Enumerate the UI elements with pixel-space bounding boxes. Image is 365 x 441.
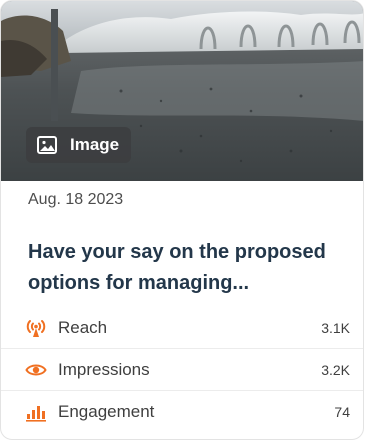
- post-image[interactable]: Image: [1, 1, 363, 181]
- metric-impressions: Impressions 3.2K: [1, 349, 363, 391]
- metric-label: Engagement: [58, 402, 155, 421]
- media-type-badge: Image: [26, 127, 132, 163]
- metric-value: 3.2K: [321, 361, 350, 378]
- metrics-list: Reach 3.1K Impressions 3.2K Engagement 7…: [1, 307, 363, 433]
- metric-value: 3.1K: [321, 319, 350, 336]
- metric-label: Reach: [58, 317, 108, 337]
- metric-label: Impressions: [58, 359, 150, 379]
- metric-reach: Reach 3.1K: [1, 307, 363, 349]
- post-date: Aug. 18 2023: [28, 191, 124, 208]
- media-type-label: Image: [70, 135, 120, 154]
- metric-value: 74: [334, 404, 350, 420]
- broadcast-icon: [24, 316, 48, 340]
- image-icon: [36, 134, 58, 156]
- metric-engagement: Engagement 74: [1, 391, 363, 433]
- post-card[interactable]: Image Aug. 18 2023 Have your say on the …: [0, 0, 364, 440]
- eye-icon: [24, 358, 48, 382]
- bar-chart-icon: [24, 400, 48, 424]
- post-title[interactable]: Have your say on the proposed options fo…: [28, 237, 358, 299]
